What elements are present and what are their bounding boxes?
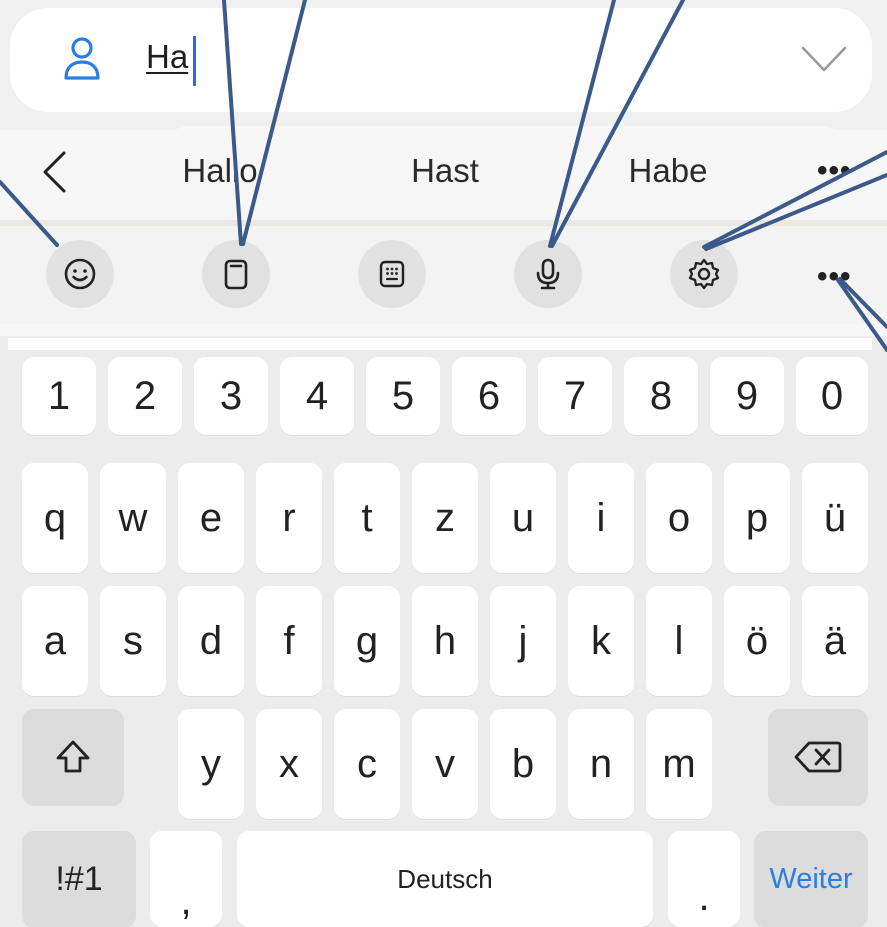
key-h[interactable]: h [412, 586, 478, 696]
suggestion-word-2[interactable]: Hast [355, 152, 535, 190]
key-6[interactable]: 6 [452, 357, 526, 435]
clipboard-icon [224, 259, 248, 290]
key-t[interactable]: t [334, 463, 400, 573]
person-icon [64, 37, 100, 80]
back-arrow-icon[interactable] [40, 150, 70, 194]
key-v[interactable]: v [412, 709, 478, 819]
key-2[interactable]: 2 [108, 357, 182, 435]
comma-key[interactable]: , [150, 831, 222, 927]
suggestions-more-icon[interactable]: ••• [817, 154, 852, 188]
keyboard-top-edge [8, 338, 872, 350]
space-key[interactable]: Deutsch [237, 831, 653, 927]
key-q[interactable]: q [22, 463, 88, 573]
keypad-icon [379, 260, 405, 288]
key-a[interactable]: a [22, 586, 88, 696]
text-cursor [193, 36, 196, 86]
emoji-icon [64, 258, 96, 290]
key-f[interactable]: f [256, 586, 322, 696]
key-7[interactable]: 7 [538, 357, 612, 435]
key-a-umlaut[interactable]: ä [802, 586, 868, 696]
shift-arrow-icon [56, 740, 90, 773]
keyboard-toolbar [0, 226, 887, 324]
key-o[interactable]: o [646, 463, 712, 573]
shift-key[interactable] [22, 709, 124, 805]
emoji-button[interactable] [46, 240, 114, 308]
next-key[interactable]: Weiter [754, 831, 868, 927]
key-m[interactable]: m [646, 709, 712, 819]
suggestion-word-1[interactable]: Hallo [130, 152, 310, 190]
key-c[interactable]: c [334, 709, 400, 819]
key-5[interactable]: 5 [366, 357, 440, 435]
toolbar-separator [0, 324, 887, 336]
settings-icon [688, 258, 720, 290]
key-z[interactable]: z [412, 463, 478, 573]
suggestion-word-3[interactable]: Habe [578, 152, 758, 190]
voice-input-button[interactable] [514, 240, 582, 308]
key-j[interactable]: j [490, 586, 556, 696]
period-key[interactable]: . [668, 831, 740, 927]
key-p[interactable]: p [724, 463, 790, 573]
key-s[interactable]: s [100, 586, 166, 696]
key-u[interactable]: u [490, 463, 556, 573]
search-query-text[interactable]: Ha [146, 40, 188, 73]
toolbar-more-icon[interactable]: ••• [817, 260, 852, 294]
symbols-key[interactable]: !#1 [22, 831, 136, 927]
key-d[interactable]: d [178, 586, 244, 696]
key-b[interactable]: b [490, 709, 556, 819]
key-o-umlaut[interactable]: ö [724, 586, 790, 696]
keypad-button[interactable] [358, 240, 426, 308]
key-l[interactable]: l [646, 586, 712, 696]
key-4[interactable]: 4 [280, 357, 354, 435]
key-n[interactable]: n [568, 709, 634, 819]
key-w[interactable]: w [100, 463, 166, 573]
key-9[interactable]: 9 [710, 357, 784, 435]
key-3[interactable]: 3 [194, 357, 268, 435]
backspace-icon [794, 741, 842, 773]
backspace-key[interactable] [768, 709, 868, 805]
clipboard-button[interactable] [202, 240, 270, 308]
key-0[interactable]: 0 [796, 357, 868, 435]
key-k[interactable]: k [568, 586, 634, 696]
key-u-umlaut[interactable]: ü [802, 463, 868, 573]
chevron-down-icon[interactable] [800, 42, 848, 76]
key-8[interactable]: 8 [624, 357, 698, 435]
key-i[interactable]: i [568, 463, 634, 573]
key-x[interactable]: x [256, 709, 322, 819]
search-field[interactable] [10, 8, 872, 112]
settings-button[interactable] [670, 240, 738, 308]
microphone-icon [536, 258, 560, 290]
key-y[interactable]: y [178, 709, 244, 819]
key-1[interactable]: 1 [22, 357, 96, 435]
key-g[interactable]: g [334, 586, 400, 696]
key-r[interactable]: r [256, 463, 322, 573]
key-e[interactable]: e [178, 463, 244, 573]
